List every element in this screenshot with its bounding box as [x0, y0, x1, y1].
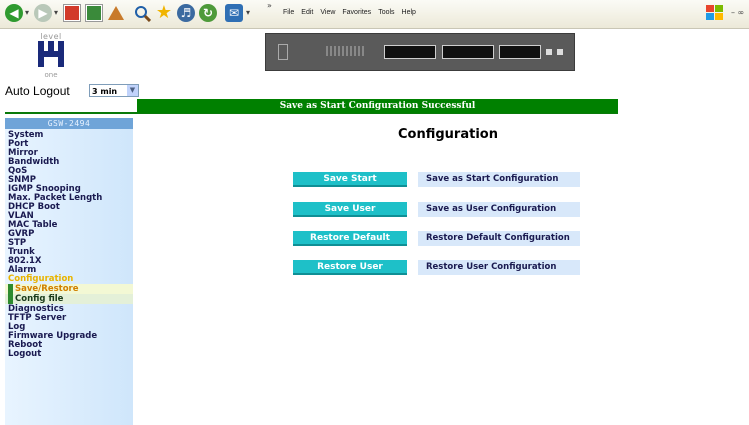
restore-default-button[interactable]: Restore Default [293, 231, 407, 246]
back-icon[interactable]: ◀ [4, 3, 24, 23]
save-user-button[interactable]: Save User [293, 202, 407, 217]
browser-toolbar: ◀ ▾ ▶ ▾ ★ ♬ ↻ ✉ ▾ » File Edit View Favorite… [0, 0, 749, 29]
logo-text-bottom: one [44, 71, 58, 79]
subitem-marker [8, 284, 13, 294]
save-start-description: Save as Start Configuration [418, 172, 580, 187]
sidebar-subitem-label: Config file [15, 294, 64, 304]
save-start-button[interactable]: Save Start [293, 172, 407, 187]
menu-bar: File Edit View Favorites Tools Help [283, 9, 423, 16]
back-dropdown-icon[interactable]: ▾ [25, 9, 31, 17]
save-user-description: Save as User Configuration [418, 202, 580, 217]
forward-dropdown-icon[interactable]: ▾ [54, 9, 60, 17]
logo-mark-icon [38, 41, 64, 67]
toolbar-overflow-icon[interactable]: » [267, 2, 273, 10]
menu-view[interactable]: View [320, 9, 335, 16]
menu-favorites[interactable]: Favorites [342, 9, 371, 16]
home-icon[interactable] [106, 3, 126, 23]
search-icon[interactable] [132, 3, 152, 23]
favorites-icon[interactable]: ★ [154, 3, 174, 23]
restore-user-button[interactable]: Restore User [293, 260, 407, 275]
auto-logout-value: 3 min [92, 87, 118, 96]
status-banner: Save as Start Configuration Successful [137, 99, 618, 113]
sidebar-subitem-label: Save/Restore [15, 284, 79, 294]
logo-text-top: level [40, 32, 62, 41]
sidebar: GSW-2494 System Port Mirror Bandwidth Qo… [5, 118, 133, 425]
menu-file[interactable]: File [283, 9, 294, 16]
refresh-icon[interactable] [84, 3, 104, 23]
windows-logo-icon [705, 4, 725, 22]
media-icon[interactable]: ♬ [176, 3, 196, 23]
forward-icon[interactable]: ▶ [33, 3, 53, 23]
mail-dropdown-icon[interactable]: ▾ [246, 9, 252, 17]
sidebar-item-logout[interactable]: Logout [8, 350, 41, 359]
mail-icon[interactable]: ✉ [224, 3, 244, 23]
auto-logout-label: Auto Logout [5, 84, 70, 98]
auto-logout-select[interactable]: 3 min ▼ [89, 84, 139, 97]
levelone-logo: level one [37, 32, 65, 84]
stop-icon[interactable] [62, 3, 82, 23]
sidebar-title: GSW-2494 [5, 118, 133, 129]
restore-user-description: Restore User Configuration [418, 260, 580, 275]
menu-edit[interactable]: Edit [301, 9, 313, 16]
sidebar-subitem-config-file[interactable]: Config file [5, 294, 133, 304]
menu-tools[interactable]: Tools [378, 9, 394, 16]
sidebar-item-configuration[interactable]: Configuration [8, 275, 73, 284]
history-icon[interactable]: ↻ [198, 3, 218, 23]
menu-help[interactable]: Help [402, 9, 416, 16]
chevron-down-icon[interactable]: ▼ [127, 85, 138, 96]
page-title: Configuration [398, 127, 498, 142]
window-controls-icon[interactable]: – ∞ [731, 8, 744, 17]
switch-front-panel-image [265, 33, 575, 71]
sidebar-subitem-save-restore[interactable]: Save/Restore [5, 284, 133, 294]
restore-default-description: Restore Default Configuration [418, 231, 580, 246]
subitem-marker [8, 294, 13, 304]
